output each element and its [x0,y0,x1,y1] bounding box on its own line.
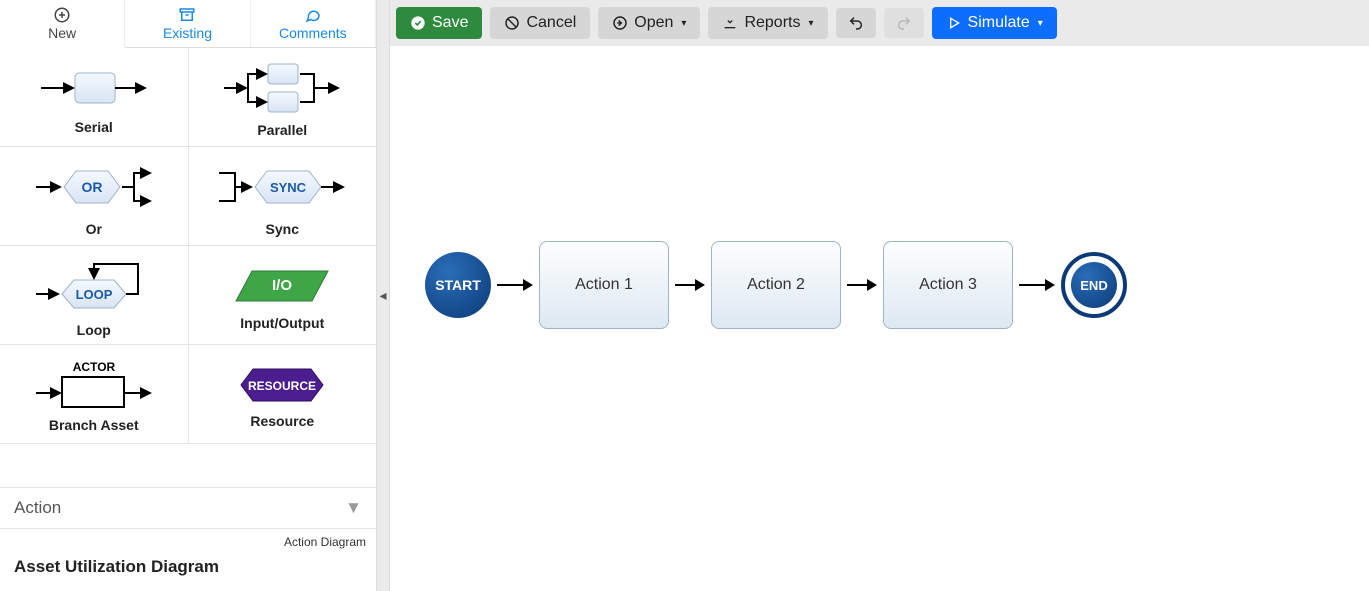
palette-branch-asset[interactable]: ACTOR Branch Asset [0,345,189,443]
panel-tabs: New Existing Comments [0,0,376,48]
collapse-handle[interactable]: ◂ [376,0,390,591]
palette-sync[interactable]: SYNC Sync [189,147,377,245]
svg-text:SYNC: SYNC [270,180,307,195]
caret-down-icon: ▾ [808,18,813,29]
caret-down-icon: ▼ [345,498,362,518]
caret-down-icon: ▾ [681,18,686,29]
tab-existing[interactable]: Existing [125,0,250,47]
action-node-3-label: Action 3 [919,276,977,294]
action-node-2-label: Action 2 [747,276,805,294]
svg-text:ACTOR: ACTOR [73,360,116,374]
tab-comments-label: Comments [279,25,347,41]
end-node-label: END [1080,278,1107,293]
palette-loop[interactable]: LOOP Loop [0,246,189,344]
tab-existing-label: Existing [163,25,212,41]
workflow: START Action 1 Action 2 Action 3 END [425,241,1127,329]
palette-branch-label: Branch Asset [49,417,139,433]
or-icon: OR [34,159,154,215]
arrow-icon [675,279,705,291]
parallel-icon [222,60,342,116]
cancel-button-label: Cancel [526,14,576,32]
action-node-1[interactable]: Action 1 [539,241,669,329]
palette-parallel[interactable]: Parallel [189,48,377,146]
palette-parallel-label: Parallel [257,122,307,138]
action-node-2[interactable]: Action 2 [711,241,841,329]
palette-or[interactable]: OR Or [0,147,189,245]
tab-comments[interactable]: Comments [251,0,376,47]
serial-icon [39,63,149,113]
action-dropdown[interactable]: Action ▼ [0,487,376,529]
save-button[interactable]: Save [396,7,482,39]
palette-io-label: Input/Output [240,315,324,331]
resource-icon: RESOURCE [227,363,337,407]
svg-text:RESOURCE: RESOURCE [248,379,316,393]
redo-button[interactable] [884,8,924,38]
plus-circle-icon [53,6,71,24]
svg-text:I/O: I/O [272,277,292,294]
save-button-label: Save [432,14,468,32]
chevron-left-icon: ◂ [379,287,386,304]
reports-button-label: Reports [744,14,800,32]
undo-icon [848,15,864,31]
action-dropdown-label: Action [14,498,61,518]
action-node-1-label: Action 1 [575,276,633,294]
palette-or-label: Or [86,221,102,237]
end-node[interactable]: END [1061,252,1127,318]
palette-resource-label: Resource [250,413,314,429]
svg-text:LOOP: LOOP [75,287,112,302]
arrow-circle-right-icon [612,15,628,31]
simulate-button-label: Simulate [968,14,1030,32]
tab-new-label: New [48,25,76,41]
palette-serial[interactable]: Serial [0,48,189,146]
palette: Serial Parallel [0,48,376,487]
diagram-canvas[interactable]: START Action 1 Action 2 Action 3 END [390,46,1369,591]
arrow-icon [847,279,877,291]
cancel-button[interactable]: Cancel [490,7,590,39]
loop-icon: LOOP [34,256,154,316]
section-overline: Action Diagram [0,529,376,551]
open-button[interactable]: Open ▾ [598,7,700,39]
archive-icon [178,6,196,24]
reports-button[interactable]: Reports ▾ [708,7,827,39]
diagram-title: Asset Utilization Diagram [0,551,376,591]
play-icon [946,15,962,31]
simulate-button[interactable]: Simulate ▾ [932,7,1057,39]
branch-asset-icon: ACTOR [34,359,154,411]
arrow-icon [1019,279,1055,291]
left-panel: New Existing Comments Serial [0,0,376,591]
start-node[interactable]: START [425,252,491,318]
redo-icon [896,15,912,31]
toolbar: Save Cancel Open ▾ Reports ▾ Simulate ▾ [390,0,1369,46]
check-circle-icon [410,15,426,31]
palette-loop-label: Loop [77,322,111,338]
palette-io[interactable]: I/O Input/Output [189,246,377,344]
caret-down-icon: ▾ [1038,18,1043,29]
svg-text:OR: OR [81,179,102,195]
download-icon [722,15,738,31]
action-node-3[interactable]: Action 3 [883,241,1013,329]
io-icon: I/O [232,263,332,309]
sync-icon: SYNC [217,159,347,215]
undo-button[interactable] [836,8,876,38]
ban-icon [504,15,520,31]
open-button-label: Open [634,14,673,32]
start-node-label: START [435,277,481,293]
palette-sync-label: Sync [266,221,299,237]
palette-serial-label: Serial [75,119,113,135]
comments-icon [304,6,322,24]
tab-new[interactable]: New [0,1,125,48]
arrow-icon [497,279,533,291]
palette-resource[interactable]: RESOURCE Resource [189,345,377,443]
